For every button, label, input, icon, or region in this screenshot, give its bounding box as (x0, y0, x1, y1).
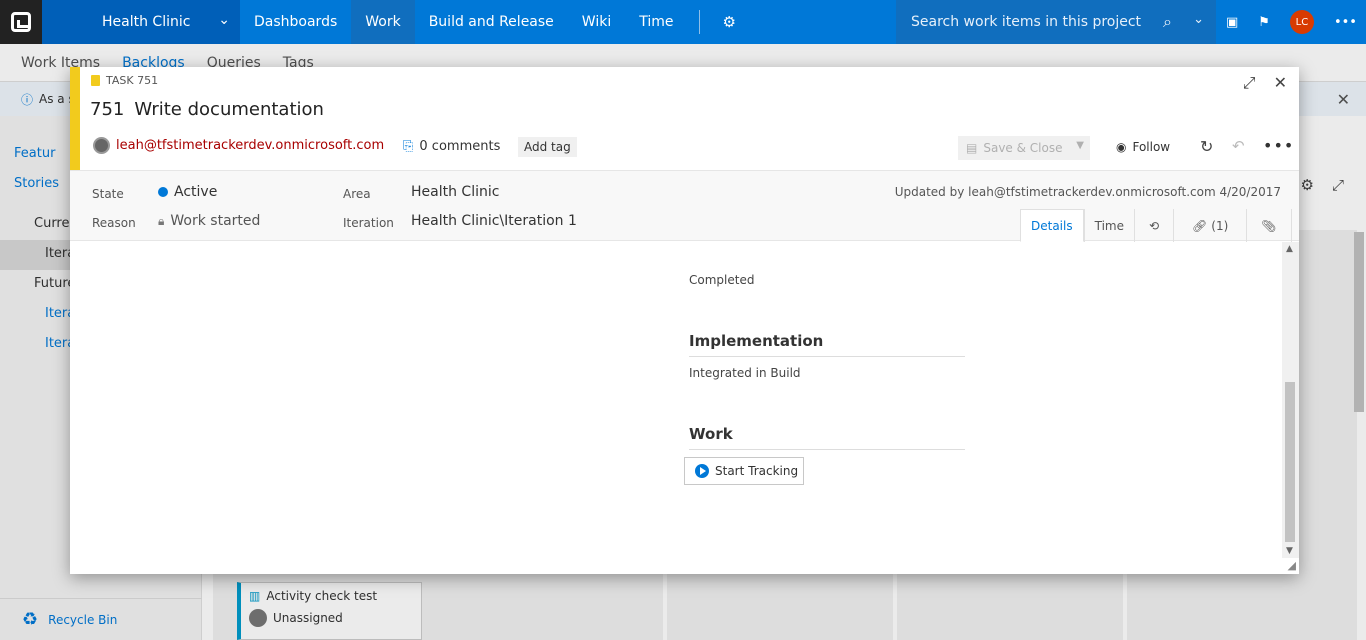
scroll-down-icon[interactable]: ▼ (1286, 546, 1293, 556)
search-icon[interactable]: ⌕ (1163, 12, 1172, 32)
updated-by-text[interactable]: Updated by leah@tfstimetrackerdev.onmicr… (895, 185, 1281, 199)
dialog-window-controls: ⤢ ✕ (1243, 73, 1287, 93)
tab-links[interactable]: 🔗︎ (1) (1173, 209, 1246, 242)
follow-button[interactable]: ◉ Follow (1116, 140, 1170, 154)
history-icon[interactable]: ⟲ (1133, 209, 1173, 242)
area-label: Area (343, 187, 371, 201)
eye-icon: ◉ (1116, 140, 1127, 154)
undo-icon[interactable]: ↶ (1232, 137, 1245, 155)
person-icon (93, 137, 110, 154)
work-item-type: TASK 751 (91, 74, 158, 87)
reason-field: 🔒︎ Work started (158, 213, 260, 229)
scroll-thumb[interactable] (1285, 382, 1295, 542)
add-tag-button[interactable]: Add tag (518, 137, 577, 157)
save-dropdown-icon[interactable]: ▼ (1076, 140, 1084, 151)
chevron-down-icon: ⌄ (218, 12, 230, 28)
reason-value: Work started (170, 213, 261, 229)
implementation-heading: Implementation (689, 332, 965, 357)
search-placeholder: Search work items in this project (911, 14, 1142, 30)
comments-count: 0 comments (419, 139, 501, 154)
tab-details[interactable]: Details (1020, 209, 1084, 242)
state-label: State (92, 187, 124, 201)
dialog-header: TASK 751 751 Write documentation ⤢ ✕ lea… (80, 67, 1299, 170)
nav-wiki[interactable]: Wiki (568, 0, 625, 44)
top-right-tools: ▣ ⚑ LC ••• (1218, 0, 1357, 44)
reason-label: Reason (92, 216, 136, 230)
implementation-text: Integrated in Build (689, 366, 801, 380)
work-item-title[interactable]: Write documentation (134, 99, 324, 120)
nav-build-release[interactable]: Build and Release (415, 0, 568, 44)
more-actions-icon[interactable]: ••• (1263, 136, 1294, 155)
nav-divider (699, 10, 701, 34)
start-tracking-label: Start Tracking (715, 464, 799, 478)
save-close-label: Save & Close (983, 141, 1063, 155)
task-clipboard-icon (91, 75, 100, 86)
work-item-fields: State Active Reason 🔒︎ Work started Area… (70, 170, 1299, 242)
settings-gear-icon[interactable]: ⚙ (712, 13, 745, 31)
work-item-type-label: TASK 751 (106, 74, 159, 87)
dialog-tabs: Details Time ⟲ 🔗︎ (1) 📎︎ (1020, 209, 1292, 242)
nav-work[interactable]: Work (351, 0, 415, 44)
dialog-body: Completed Implementation Integrated in B… (70, 242, 1282, 558)
area-value[interactable]: Health Clinic (411, 184, 499, 200)
refresh-icon[interactable]: ↻ (1200, 137, 1213, 156)
links-count: (1) (1211, 218, 1229, 233)
nav-time[interactable]: Time (625, 0, 687, 44)
save-close-button[interactable]: ▤ Save & Close ▼ (958, 136, 1090, 160)
scroll-up-icon[interactable]: ▲ (1286, 244, 1293, 254)
start-tracking-button[interactable]: Start Tracking (684, 457, 804, 485)
iteration-label: Iteration (343, 216, 394, 230)
save-icon: ▤ (966, 141, 978, 155)
work-item-id: 751 (90, 99, 125, 120)
iteration-value[interactable]: Health Clinic\Iteration 1 (411, 213, 577, 229)
close-icon[interactable]: ✕ (1274, 73, 1287, 93)
assigned-to-field[interactable]: leah@tfstimetrackerdev.onmicrosoft.com (93, 137, 384, 154)
assignee-email: leah@tfstimetrackerdev.onmicrosoft.com (116, 138, 385, 153)
project-name: Health Clinic (102, 14, 191, 30)
follow-label: Follow (1132, 140, 1171, 154)
search-chevron-icon[interactable]: ⌄ (1193, 12, 1204, 27)
work-item-dialog: TASK 751 751 Write documentation ⤢ ✕ lea… (70, 67, 1299, 574)
project-selector[interactable]: Health Clinic ⌄ (42, 0, 240, 44)
vsts-logo-icon[interactable] (0, 0, 42, 44)
state-value: Active (174, 184, 218, 200)
nav-dashboards[interactable]: Dashboards (240, 0, 351, 44)
comments-icon: ⎘ (403, 139, 414, 154)
user-avatar[interactable]: LC (1289, 10, 1314, 34)
maximize-icon[interactable]: ⤢ (1243, 73, 1256, 93)
marketplace-bag-icon[interactable]: ▣ (1226, 15, 1238, 30)
lock-icon: 🔒︎ (158, 213, 165, 228)
tab-time[interactable]: Time (1083, 209, 1134, 242)
dialog-scrollbar[interactable]: ▲ ▼ (1282, 242, 1299, 558)
play-icon (695, 464, 709, 478)
feedback-icon[interactable]: ⚑ (1258, 15, 1270, 30)
top-nav-bar: Health Clinic ⌄ Dashboards Work Build an… (0, 0, 1366, 44)
work-heading: Work (689, 425, 965, 450)
title-row: 751 Write documentation (90, 99, 324, 120)
link-icon: 🔗︎ (1192, 218, 1208, 233)
more-options-icon[interactable]: ••• (1334, 15, 1357, 30)
comments-link[interactable]: ⎘ 0 comments (403, 139, 500, 154)
task-color-stripe (70, 67, 80, 170)
attachment-paperclip-icon[interactable]: 📎︎ (1246, 209, 1292, 242)
completed-text: Completed (689, 273, 755, 287)
resize-grip-icon[interactable]: ◢ (1288, 559, 1296, 572)
active-state-dot (158, 187, 168, 197)
state-field[interactable]: Active (158, 184, 217, 200)
search-input[interactable]: Search work items in this project ⌕ ⌄ (896, 0, 1216, 44)
